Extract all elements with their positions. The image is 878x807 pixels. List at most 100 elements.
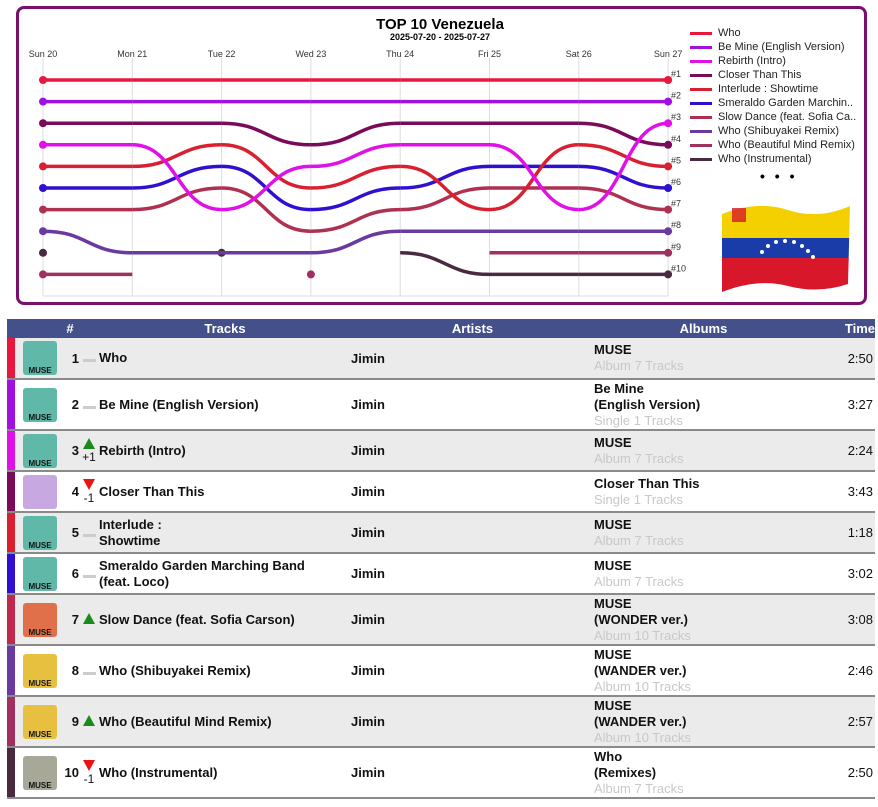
y-tick-label: #7	[671, 199, 681, 209]
table-row[interactable]: MUSE 10 -1 Who (Instrumental) Jimin Who …	[7, 747, 875, 799]
table-row[interactable]: MUSE 7 Slow Dance (feat. Sofia Carson) J…	[7, 594, 875, 646]
table-row[interactable]: 4 -1 Closer Than This Jimin Closer Than …	[7, 471, 875, 513]
artist-name[interactable]: Jimin	[351, 553, 594, 595]
album-name[interactable]: MUSE (WONDER ver.)	[594, 596, 813, 628]
data-point[interactable]	[664, 227, 673, 236]
table-row[interactable]: MUSE 3 +1 Rebirth (Intro) Jimin MUSE Albu…	[7, 430, 875, 472]
data-point[interactable]	[306, 270, 315, 279]
y-tick-label: #3	[671, 112, 681, 122]
artist-name[interactable]: Jimin	[351, 747, 594, 799]
legend-item[interactable]: Be Mine (English Version)	[690, 40, 856, 54]
legend-item[interactable]: Smeraldo Garden Marchin..	[690, 96, 856, 110]
data-point[interactable]	[39, 119, 47, 128]
table-row[interactable]: MUSE 1 Who Jimin MUSE Album 7 Tracks 2:50	[7, 338, 875, 380]
album-name[interactable]: MUSE	[594, 558, 813, 574]
artist-name[interactable]: Jimin	[351, 594, 594, 646]
artist-name[interactable]: Jimin	[351, 645, 594, 697]
legend-swatch	[690, 31, 712, 35]
rank-color-bar	[7, 553, 15, 595]
data-point[interactable]	[664, 248, 673, 257]
track-name[interactable]: Be Mine (English Version)	[99, 379, 351, 431]
legend-item[interactable]: Who (Beautiful Mind Remix)	[690, 138, 856, 152]
data-point[interactable]	[664, 205, 673, 214]
album-art[interactable]: MUSE	[23, 653, 57, 688]
x-tick-label: Thu 24	[386, 49, 414, 59]
track-name[interactable]: Who (Shibuyakei Remix)	[99, 645, 351, 697]
data-point[interactable]	[664, 184, 673, 192]
data-point[interactable]	[664, 162, 673, 171]
data-point[interactable]	[39, 205, 47, 214]
track-name[interactable]: Rebirth (Intro)	[99, 430, 351, 472]
album-art[interactable]: MUSE	[23, 433, 57, 468]
data-point[interactable]	[39, 184, 47, 192]
track-name[interactable]: Closer Than This	[99, 471, 351, 513]
album-art[interactable]: MUSE	[23, 556, 57, 591]
data-point[interactable]	[664, 119, 673, 128]
legend-item[interactable]: Who	[690, 26, 856, 40]
data-point[interactable]	[39, 227, 47, 236]
data-point[interactable]	[664, 140, 673, 149]
legend-item[interactable]: Closer Than This	[690, 68, 856, 82]
data-point[interactable]	[39, 140, 47, 149]
table-row[interactable]: MUSE 9 Who (Beautiful Mind Remix) Jimin …	[7, 696, 875, 748]
track-name[interactable]: Who	[99, 338, 351, 380]
rank-color-bar	[7, 338, 15, 380]
header-tracks[interactable]: Tracks	[99, 319, 351, 338]
artist-name[interactable]: Jimin	[351, 379, 594, 431]
artist-name[interactable]: Jimin	[351, 512, 594, 554]
rank-change	[79, 338, 99, 380]
legend-item[interactable]: Rebirth (Intro)	[690, 54, 856, 68]
artist-name[interactable]: Jimin	[351, 338, 594, 380]
table-row[interactable]: MUSE 5 Interlude : Showtime Jimin MUSE Al…	[7, 512, 875, 554]
data-point[interactable]	[39, 97, 47, 106]
album-art[interactable]: MUSE	[23, 755, 57, 790]
album-art[interactable]: MUSE	[23, 515, 57, 550]
table-row[interactable]: MUSE 8 Who (Shibuyakei Remix) Jimin MUSE…	[7, 645, 875, 697]
data-point[interactable]	[664, 97, 673, 106]
track-name[interactable]: Slow Dance (feat. Sofia Carson)	[99, 594, 351, 646]
rank: 10	[61, 747, 79, 799]
table-row[interactable]: MUSE 2 Be Mine (English Version) Jimin B…	[7, 379, 875, 431]
legend-item[interactable]: Slow Dance (feat. Sofia Ca..	[690, 110, 856, 124]
data-point[interactable]	[39, 248, 47, 257]
album-art[interactable]: MUSE	[23, 341, 57, 375]
artist-name[interactable]: Jimin	[351, 471, 594, 513]
album-art[interactable]: MUSE	[23, 704, 57, 739]
table-row[interactable]: MUSE 6 Smeraldo Garden Marching Band (fe…	[7, 553, 875, 595]
artist-name[interactable]: Jimin	[351, 430, 594, 472]
legend-swatch	[690, 101, 712, 105]
header-albums[interactable]: Albums	[594, 319, 813, 338]
album-art[interactable]: MUSE	[23, 387, 57, 422]
rank-change-text: -1	[83, 772, 95, 786]
data-point[interactable]	[664, 270, 673, 279]
legend-item[interactable]: Who (Instrumental)	[690, 152, 856, 166]
legend-more[interactable]: • • •	[760, 168, 797, 184]
data-point[interactable]	[39, 162, 47, 171]
header-rank[interactable]: #	[61, 319, 79, 338]
album-name[interactable]: Closer Than This	[594, 476, 813, 492]
data-point[interactable]	[664, 76, 673, 84]
data-point[interactable]	[39, 270, 47, 279]
legend-item[interactable]: Interlude : Showtime	[690, 82, 856, 96]
track-name[interactable]: Who (Beautiful Mind Remix)	[99, 696, 351, 748]
album-art[interactable]	[23, 474, 57, 509]
track-name[interactable]: Who (Instrumental)	[99, 747, 351, 799]
album-name[interactable]: MUSE (WANDER ver.)	[594, 698, 813, 730]
album-name[interactable]: MUSE (WANDER ver.)	[594, 647, 813, 679]
album-art-text: MUSE	[28, 458, 52, 468]
data-point[interactable]	[39, 76, 47, 84]
artist-name[interactable]: Jimin	[351, 696, 594, 748]
track-name[interactable]: Interlude : Showtime	[99, 512, 351, 554]
album-name[interactable]: MUSE	[594, 435, 813, 451]
header-time[interactable]: Time	[813, 319, 875, 338]
track-time: 3:08	[813, 594, 875, 646]
album-name[interactable]: MUSE	[594, 517, 813, 533]
album-art[interactable]: MUSE	[23, 602, 57, 637]
album-name[interactable]: Be Mine (English Version)	[594, 381, 813, 413]
album-name[interactable]: Who (Remixes)	[594, 749, 813, 781]
legend-item[interactable]: Who (Shibuyakei Remix)	[690, 124, 856, 138]
header-artists[interactable]: Artists	[351, 319, 594, 338]
track-name[interactable]: Smeraldo Garden Marching Band (feat. Loc…	[99, 553, 351, 595]
album-info: Album 7 Tracks	[594, 780, 684, 796]
album-name[interactable]: MUSE	[594, 342, 813, 358]
